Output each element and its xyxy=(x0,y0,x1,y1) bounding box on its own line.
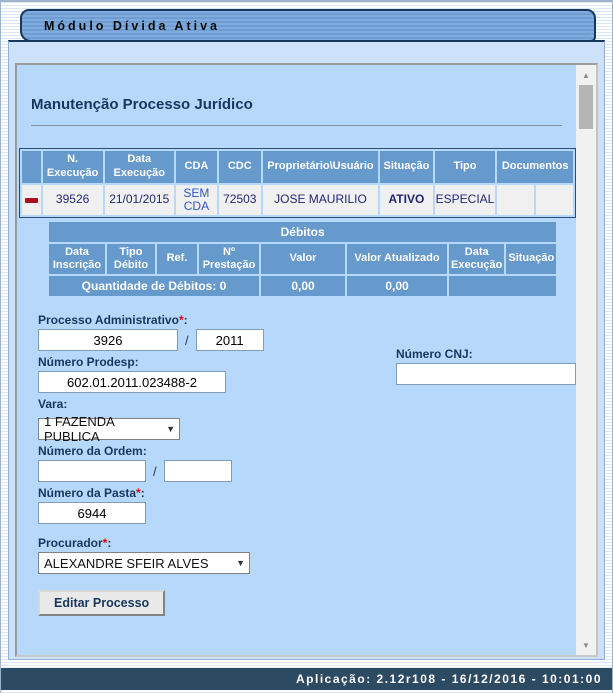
dropdown-arrow-icon: ▼ xyxy=(166,424,175,434)
debitos-valor-total: 0,00 xyxy=(261,276,345,296)
procurador-label: Procurador*: xyxy=(38,536,576,550)
column-header-situacao: Situação xyxy=(380,151,432,183)
separator-slash: / xyxy=(153,464,157,479)
cell-cdc: 72503 xyxy=(219,185,261,215)
numero-prodesp-input[interactable] xyxy=(38,371,226,393)
processo-administrativo-ano-input[interactable] xyxy=(196,329,264,351)
processo-administrativo-label: Processo Administrativo*: xyxy=(38,313,576,327)
debitos-title-row: Débitos xyxy=(49,222,556,242)
debitos-footer-row: Quantidade de Débitos: 0 0,00 0,00 xyxy=(49,276,556,296)
module-header-tab: Módulo Dívida Ativa xyxy=(20,9,596,42)
status-text: Aplicação: 2.12r108 - 16/12/2016 - 10:01… xyxy=(296,672,602,686)
row-action-cell xyxy=(22,185,41,215)
deb-header-ref: Ref. xyxy=(157,244,197,274)
deb-header-tipo-debito: Tipo Débito xyxy=(107,244,155,274)
cell-tipo: ESPECIAL xyxy=(435,185,496,215)
column-header-data-execucao: Data Execução xyxy=(105,151,174,183)
numero-ordem-ano-input[interactable] xyxy=(164,460,232,482)
cell-situacao: ATIVO xyxy=(380,185,432,215)
numero-cnj-input[interactable] xyxy=(396,363,576,385)
procurador-selected-value: ALEXANDRE SFEIR ALVES xyxy=(44,556,209,571)
debitos-title: Débitos xyxy=(49,222,556,242)
vertical-scrollbar[interactable]: ▲ ▼ xyxy=(576,65,596,655)
procurador-select[interactable]: ALEXANDRE SFEIR ALVES ▼ xyxy=(38,552,250,574)
vara-selected-value: 1 FAZENDA PUBLICA xyxy=(44,414,158,444)
deb-header-n-prestacao: Nº Prestação xyxy=(199,244,259,274)
numero-cnj-label: Número CNJ: xyxy=(396,347,576,361)
column-header-icon xyxy=(22,151,41,183)
content-area: Manutenção Processo Jurídico N. Execução… xyxy=(15,63,598,657)
status-bar: Aplicação: 2.12r108 - 16/12/2016 - 10:01… xyxy=(1,667,612,690)
deb-header-data-execucao: Data Execução xyxy=(449,244,504,274)
debitos-footer-empty xyxy=(449,276,556,296)
debitos-header-row: Data Inscrição Tipo Débito Ref. Nº Prest… xyxy=(49,244,556,274)
process-table-header-row: N. Execução Data Execução CDA CDC Propri… xyxy=(22,151,573,183)
cell-cda: SEM CDA xyxy=(176,185,217,215)
numero-ordem-numero-input[interactable] xyxy=(38,460,146,482)
cell-documento-1 xyxy=(497,185,534,215)
deb-header-valor-atualizado: Valor Atualizado xyxy=(347,244,447,274)
scrollbar-down-arrow-icon[interactable]: ▼ xyxy=(576,637,596,653)
column-header-cda: CDA xyxy=(176,151,217,183)
deb-header-situacao: Situação xyxy=(506,244,556,274)
cell-data-execucao: 21/01/2015 xyxy=(105,185,174,215)
column-header-n-execucao: N. Execução xyxy=(43,151,103,183)
module-panel: Manutenção Processo Jurídico N. Execução… xyxy=(8,40,605,660)
table-row: 39526 21/01/2015 SEM CDA 72503 JOSE MAUR… xyxy=(22,185,573,215)
editar-processo-button[interactable]: Editar Processo xyxy=(38,590,165,616)
deb-header-valor: Valor xyxy=(261,244,345,274)
cell-documento-2 xyxy=(536,185,573,215)
vara-select[interactable]: 1 FAZENDA PUBLICA ▼ xyxy=(38,418,180,440)
column-header-tipo: Tipo xyxy=(435,151,496,183)
column-header-proprietario: Proprietário\Usuário xyxy=(263,151,379,183)
process-form: Processo Administrativo*: / Número Prode… xyxy=(38,313,576,616)
cell-proprietario: JOSE MAURILIO xyxy=(263,185,379,215)
column-header-cdc: CDC xyxy=(219,151,261,183)
cell-n-execucao: 39526 xyxy=(43,185,103,215)
process-table: N. Execução Data Execução CDA CDC Propri… xyxy=(19,148,576,218)
sem-cda-link[interactable]: SEM CDA xyxy=(181,187,211,213)
deb-header-data-inscricao: Data Inscrição xyxy=(49,244,105,274)
page-title: Manutenção Processo Jurídico xyxy=(31,96,576,113)
debitos-valor-atualizado-total: 0,00 xyxy=(347,276,447,296)
numero-ordem-label: Número da Ordem: xyxy=(38,444,576,458)
module-title: Módulo Dívida Ativa xyxy=(44,19,220,33)
dropdown-arrow-icon: ▼ xyxy=(236,558,245,568)
numero-pasta-label: Número da Pasta*: xyxy=(38,486,576,500)
scrollbar-thumb[interactable] xyxy=(579,85,593,129)
scroll-area: Manutenção Processo Jurídico N. Execução… xyxy=(17,65,576,655)
numero-cnj-block: Número CNJ: xyxy=(396,343,576,385)
vara-label: Vara: xyxy=(38,397,576,411)
debitos-table: Débitos Data Inscrição Tipo Débito Ref. … xyxy=(47,220,558,298)
processo-administrativo-numero-input[interactable] xyxy=(38,329,178,351)
numero-pasta-input[interactable] xyxy=(38,502,146,524)
debitos-count: Quantidade de Débitos: 0 xyxy=(49,276,259,296)
column-header-documentos: Documentos xyxy=(497,151,573,183)
separator-slash: / xyxy=(185,333,189,348)
title-divider xyxy=(31,125,562,126)
scrollbar-up-arrow-icon[interactable]: ▲ xyxy=(576,67,596,83)
remove-icon[interactable] xyxy=(25,198,38,203)
